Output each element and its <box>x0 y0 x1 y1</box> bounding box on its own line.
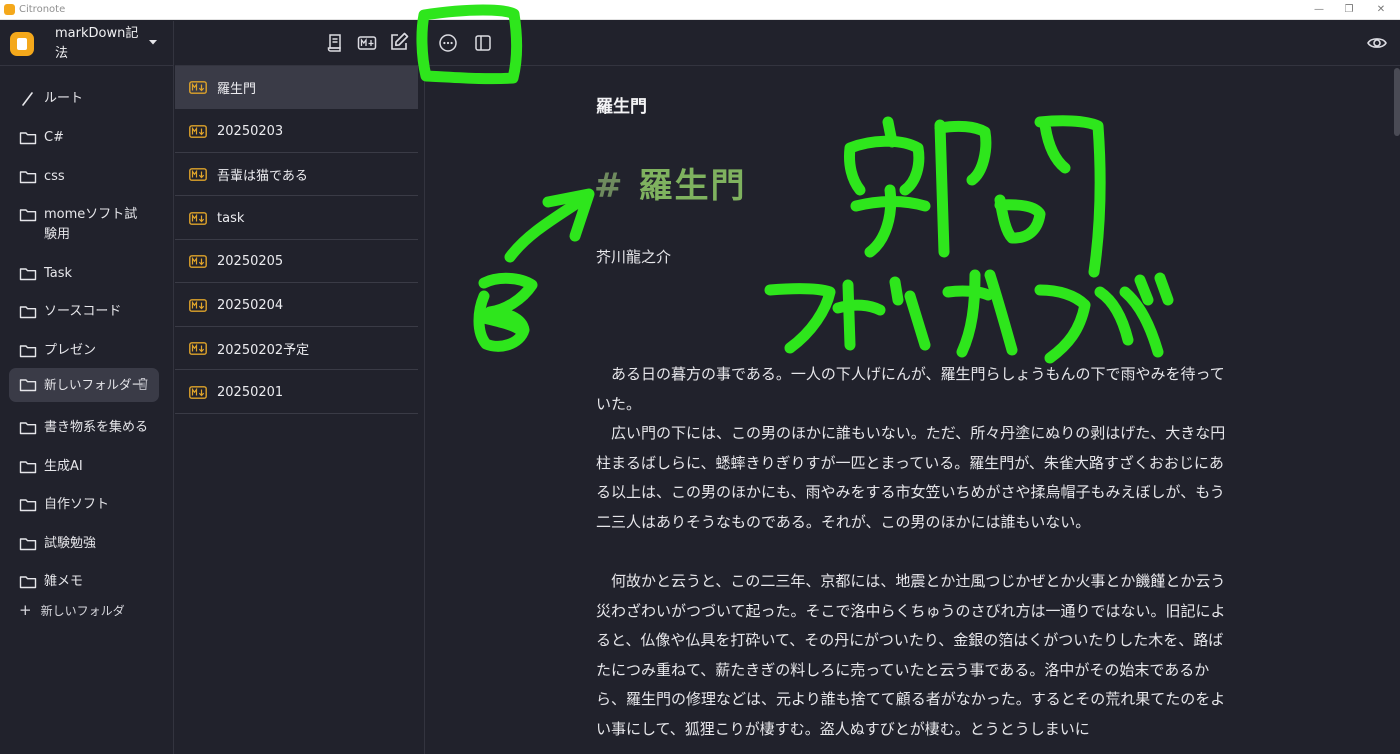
sidebar-toggle-icon[interactable] <box>472 32 494 54</box>
minimize-icon[interactable]: — <box>1304 1 1334 19</box>
note-title: 吾輩は猫である <box>217 168 308 184</box>
sidebar-folder[interactable]: 雑メモ <box>9 566 159 598</box>
editor-scrollbar[interactable] <box>1394 68 1400 136</box>
note-list-item[interactable]: 20250203 <box>175 110 418 153</box>
markdown-editor[interactable]: 羅生門 # 羅生門 芥川龍之介 ある日の暮方の事である。一人の下人げにんが、羅生門… <box>426 66 1400 754</box>
sidebar-item-label: ソースコード <box>44 304 122 319</box>
note-list-item[interactable]: 20250201 <box>175 371 418 414</box>
folder-sidebar: ルート C# css momeソフト試験用 Task ソースコード プレゼン 新… <box>0 66 174 754</box>
markdown-file-icon <box>189 385 207 399</box>
note-title: 20250205 <box>217 253 284 269</box>
note-title-heading: 羅生門 <box>596 97 647 117</box>
folder-icon <box>19 461 37 474</box>
folder-icon <box>19 345 37 358</box>
folder-icon <box>19 422 37 435</box>
folder-icon <box>19 171 37 184</box>
note-title: 20250202予定 <box>217 342 310 358</box>
markdown-heading-1: # 羅生門 <box>594 158 747 207</box>
sidebar-item-label: 自作ソフト <box>44 497 110 512</box>
preview-eye-icon[interactable] <box>1366 32 1388 54</box>
markdown-file-icon <box>189 211 207 225</box>
window-title: Citronote <box>19 4 66 15</box>
note-list-item[interactable]: 吾輩は猫である <box>175 153 418 196</box>
new-folder-label: 新しいフォルダ <box>40 603 125 618</box>
sidebar-folder[interactable]: Task <box>9 258 159 290</box>
slash-icon <box>22 92 33 106</box>
heading-text: 羅生門 <box>638 166 747 206</box>
workspace-name: markDown記法 <box>55 26 139 61</box>
workspace-switcher[interactable]: markDown記法 <box>0 21 174 66</box>
document-icon[interactable] <box>325 32 347 54</box>
close-icon[interactable]: ✕ <box>1366 1 1396 19</box>
folder-icon <box>19 306 37 319</box>
plus-icon: + <box>19 601 32 619</box>
sidebar-folder[interactable]: css <box>9 161 159 193</box>
sidebar-folder[interactable]: プレゼン <box>9 335 159 367</box>
folder-icon <box>19 576 37 589</box>
more-options-icon[interactable] <box>437 32 459 54</box>
note-title: 羅生門 <box>217 81 257 97</box>
sidebar-item-label: Task <box>44 266 73 281</box>
folder-icon <box>19 379 37 392</box>
sidebar-folder[interactable]: 生成AI <box>9 451 159 483</box>
folder-icon <box>19 499 37 512</box>
sidebar-item-label: 書き物系を集める <box>44 420 149 435</box>
sidebar-item-label: 雑メモ <box>44 574 84 589</box>
sidebar-item-label: 試験勉強 <box>44 536 97 551</box>
note-title: 20250203 <box>217 123 284 139</box>
markdown-file-icon <box>189 80 207 94</box>
chevron-down-icon[interactable] <box>146 35 160 49</box>
sidebar-item-label: 新しいフォルダー <box>44 377 145 392</box>
markdown-add-icon[interactable] <box>356 32 378 54</box>
sidebar-item-label: 生成AI <box>44 459 83 474</box>
note-list-item[interactable]: 20250204 <box>175 284 418 327</box>
window-titlebar: Citronote — ❐ ✕ <box>0 0 1400 20</box>
note-title: 20250204 <box>217 297 284 313</box>
sidebar-item-label: プレゼン <box>44 343 97 358</box>
sidebar-folder[interactable]: 書き物系を集める <box>9 412 159 444</box>
heading-marker: # <box>594 166 625 206</box>
new-folder-button[interactable]: + 新しいフォルダ <box>19 601 125 619</box>
sidebar-folder-active[interactable]: 新しいフォルダー <box>9 368 159 402</box>
note-list-item-active[interactable]: 羅生門 <box>175 66 418 109</box>
maximize-icon[interactable]: ❐ <box>1334 1 1364 19</box>
note-list: 羅生門 20250203 吾輩は猫である task 20250205 20250… <box>175 66 425 754</box>
editor-toolbar <box>425 21 1400 66</box>
markdown-file-icon <box>189 298 207 312</box>
body-paragraph: ある日の暮方の事である。一人の下人げにんが、羅生門らしょうもんの下で雨やみを待っ… <box>596 365 1226 531</box>
markdown-file-icon <box>189 254 207 268</box>
folder-icon <box>19 132 37 145</box>
sidebar-folder[interactable]: ソースコード <box>9 296 159 328</box>
markdown-file-icon <box>189 124 207 138</box>
note-list-item[interactable]: 20250202予定 <box>175 327 418 370</box>
body-paragraph: 何故かと云うと、この二三年、京都には、地震とか辻風つじかぜとか火事とか饑饉とか云… <box>596 572 1226 738</box>
sidebar-item-label: momeソフト試験用 <box>44 207 138 242</box>
sidebar-item-root[interactable]: ルート <box>9 83 159 115</box>
app-logo-icon <box>10 32 34 56</box>
folder-icon <box>19 538 37 551</box>
author-line: 芥川龍之介 <box>596 248 672 266</box>
note-list-item[interactable]: 20250205 <box>175 240 418 283</box>
sidebar-item-label: C# <box>44 130 64 145</box>
folder-icon <box>19 209 37 222</box>
sidebar-folder[interactable]: 試験勉強 <box>9 528 159 560</box>
app-icon <box>4 4 15 15</box>
sidebar-folder[interactable]: C# <box>9 122 159 154</box>
markdown-file-icon <box>189 167 207 181</box>
trash-icon[interactable] <box>137 377 149 391</box>
sidebar-item-label: css <box>44 169 65 184</box>
folder-icon <box>19 268 37 281</box>
note-list-toolbar <box>175 21 425 66</box>
sidebar-item-label: ルート <box>44 91 84 106</box>
edit-icon[interactable] <box>388 31 410 53</box>
sidebar-folder[interactable]: momeソフト試験用 <box>9 199 159 251</box>
sidebar-folder[interactable]: 自作ソフト <box>9 489 159 521</box>
note-title: task <box>217 210 245 226</box>
note-title: 20250201 <box>217 384 284 400</box>
markdown-file-icon <box>189 341 207 355</box>
note-list-item[interactable]: task <box>175 197 418 240</box>
